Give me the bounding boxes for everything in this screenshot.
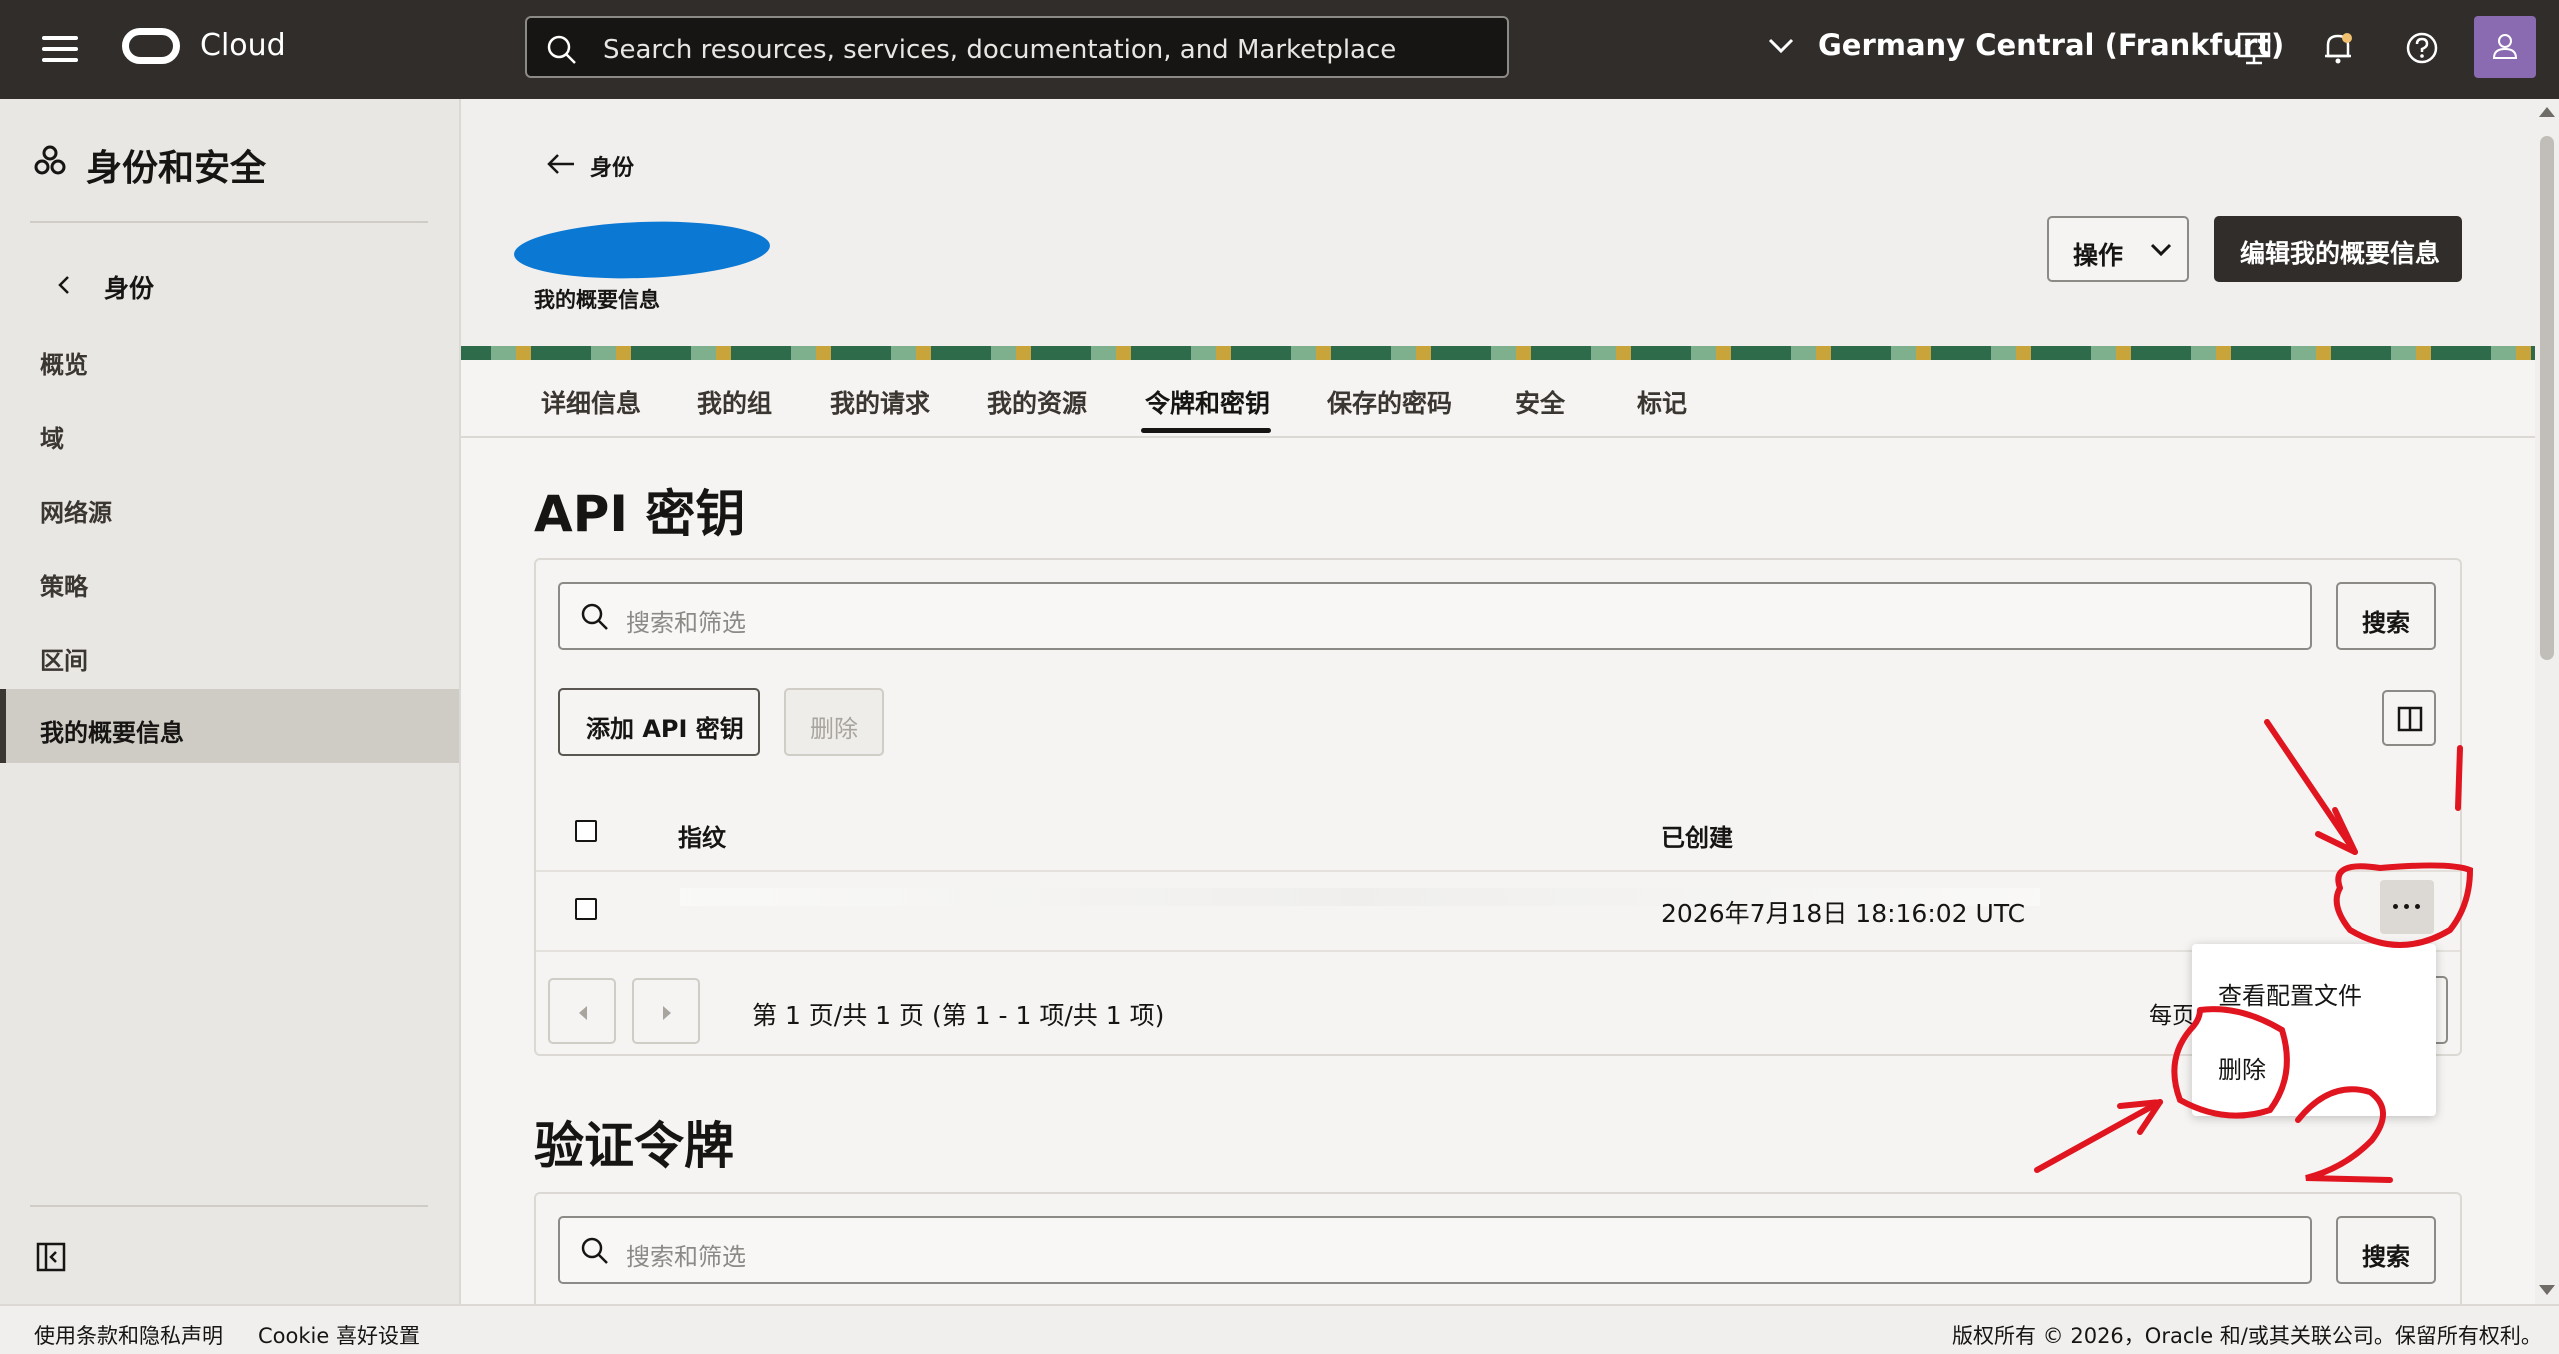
columns-icon: [2397, 706, 2423, 732]
tab-tags[interactable]: 标记: [1637, 384, 1687, 420]
caret-left-icon: [579, 1006, 587, 1020]
tab-details[interactable]: 详细信息: [541, 384, 641, 420]
menu-item-delete[interactable]: 删除: [2218, 1050, 2266, 1085]
sidebar-item-policies[interactable]: 策略: [40, 567, 88, 602]
delete-api-key-label: 删除: [810, 715, 858, 743]
column-header-created[interactable]: 已创建: [1661, 818, 1733, 853]
decorative-banner: [461, 346, 2535, 360]
sidebar-item-domains[interactable]: 域: [40, 419, 64, 454]
sidebar-back-label: 身份: [104, 274, 155, 303]
tab-saved-passwords[interactable]: 保存的密码: [1327, 384, 1452, 420]
previous-page-button[interactable]: [548, 978, 616, 1044]
api-keys-heading: API 密钥: [534, 485, 746, 543]
sidebar-title: 身份和安全: [86, 148, 267, 189]
table-header-divider: [536, 870, 2460, 872]
actions-label: 操作: [2073, 241, 2124, 270]
more-icon: [2393, 904, 2398, 909]
pagination-info: 第 1 页/共 1 页 (第 1 - 1 项/共 1 项): [752, 1001, 1165, 1030]
page-footer: 使用条款和隐私声明 Cookie 喜好设置 版权所有 © 2026，Oracle…: [0, 1304, 2559, 1354]
footer-copyright: 版权所有 © 2026，Oracle 和/或其关联公司。保留所有权利。: [1952, 1324, 2542, 1348]
row-checkbox[interactable]: [575, 898, 597, 920]
top-bar: Cloud Search resources, services, docume…: [0, 0, 2559, 99]
add-api-key-label: 添加 API 密钥: [586, 715, 744, 743]
tab-my-groups[interactable]: 我的组: [697, 384, 772, 420]
edit-profile-button[interactable]: 编辑我的概要信息: [2214, 216, 2462, 282]
page-subtitle: 我的概要信息: [534, 288, 660, 312]
arrow-left-icon: [547, 154, 574, 174]
menu-item-view-config[interactable]: 查看配置文件: [2218, 976, 2362, 1011]
tab-my-requests[interactable]: 我的请求: [830, 384, 930, 420]
column-header-fingerprint[interactable]: 指纹: [678, 818, 726, 853]
footer-terms-link[interactable]: 使用条款和隐私声明: [34, 1320, 223, 1350]
breadcrumb-back-label: 身份: [590, 156, 635, 181]
search-icon: [581, 1237, 608, 1264]
caret-right-icon: [663, 1006, 671, 1020]
auth-tokens-search-placeholder: 搜索和筛选: [626, 1243, 746, 1271]
api-keys-search-button[interactable]: 搜索: [2336, 582, 2436, 650]
help-icon[interactable]: [2402, 28, 2442, 68]
next-page-button[interactable]: [632, 978, 700, 1044]
actions-dropdown-button[interactable]: 操作: [2047, 216, 2189, 282]
row-actions-button[interactable]: [2380, 880, 2434, 934]
column-settings-button[interactable]: [2382, 690, 2436, 746]
select-all-checkbox[interactable]: [575, 820, 597, 842]
add-api-key-button[interactable]: 添加 API 密钥: [558, 688, 760, 756]
sidebar-item-compartments[interactable]: 区间: [40, 641, 88, 676]
sidebar-active-indicator: [0, 689, 6, 763]
chevron-down-icon: [2150, 243, 2172, 257]
row-created-date: 2026年7月18日 18:16:02 UTC: [1661, 899, 2026, 928]
active-tab-indicator: [1141, 428, 1271, 433]
sidebar-divider: [30, 221, 428, 223]
search-icon: [581, 603, 608, 630]
sidebar: 身份和安全 身份 概览 域 网络源 策略 区间 我的概要信息: [0, 99, 461, 1304]
api-keys-search-input[interactable]: 搜索和筛选: [558, 582, 2312, 650]
tab-tokens-and-keys[interactable]: 令牌和密钥: [1145, 384, 1270, 420]
collapse-sidebar-icon[interactable]: [36, 1242, 66, 1272]
sidebar-item-overview[interactable]: 概览: [40, 345, 88, 380]
chevron-down-icon: [1768, 38, 1794, 54]
auth-tokens-search-input[interactable]: 搜索和筛选: [558, 1216, 2312, 1284]
menu-icon[interactable]: [42, 36, 78, 64]
annotation-arrow-2: [2034, 1099, 2163, 1173]
chevron-left-icon: [58, 276, 69, 294]
sidebar-divider-bottom: [30, 1205, 428, 1207]
auth-tokens-heading: 验证令牌: [534, 1117, 734, 1175]
table-row-divider: [536, 950, 2460, 952]
identity-security-icon: [34, 145, 66, 175]
per-page-label: 每页: [2149, 1003, 2195, 1029]
auth-tokens-search-button[interactable]: 搜索: [2336, 1216, 2436, 1284]
user-avatar[interactable]: [2474, 16, 2536, 78]
tab-my-resources[interactable]: 我的资源: [987, 384, 1087, 420]
sidebar-item-my-profile[interactable]: 我的概要信息: [40, 713, 184, 748]
user-icon: [2492, 34, 2518, 59]
edit-profile-label: 编辑我的概要信息: [2240, 239, 2441, 268]
tab-security[interactable]: 安全: [1515, 384, 1565, 420]
scroll-down-icon[interactable]: [2535, 1279, 2559, 1299]
delete-api-key-button[interactable]: 删除: [784, 688, 884, 756]
scroll-up-icon[interactable]: [2535, 103, 2559, 123]
region-label: Germany Central (Frankfurt): [1818, 28, 2285, 62]
global-search-input[interactable]: Search resources, services, documentatio…: [525, 16, 1509, 78]
row-actions-menu: 查看配置文件 删除: [2192, 944, 2436, 1116]
search-icon: [547, 35, 576, 64]
tab-bar: 详细信息 我的组 我的请求 我的资源 令牌和密钥 保存的密码 安全 标记: [461, 360, 2535, 438]
developer-tools-icon[interactable]: [2234, 28, 2274, 68]
bell-icon[interactable]: [2318, 28, 2358, 68]
scrollbar-thumb[interactable]: [2540, 136, 2554, 660]
auth-tokens-search-button-label: 搜索: [2362, 1243, 2410, 1271]
sidebar-item-network-sources[interactable]: 网络源: [40, 493, 112, 528]
footer-cookie-link[interactable]: Cookie 喜好设置: [258, 1320, 420, 1350]
brand-label[interactable]: Cloud: [200, 28, 286, 63]
oracle-logo-icon[interactable]: [122, 28, 180, 64]
api-keys-search-button-label: 搜索: [2362, 609, 2410, 637]
api-keys-search-placeholder: 搜索和筛选: [626, 609, 746, 637]
global-search-placeholder: Search resources, services, documentatio…: [603, 35, 1397, 65]
